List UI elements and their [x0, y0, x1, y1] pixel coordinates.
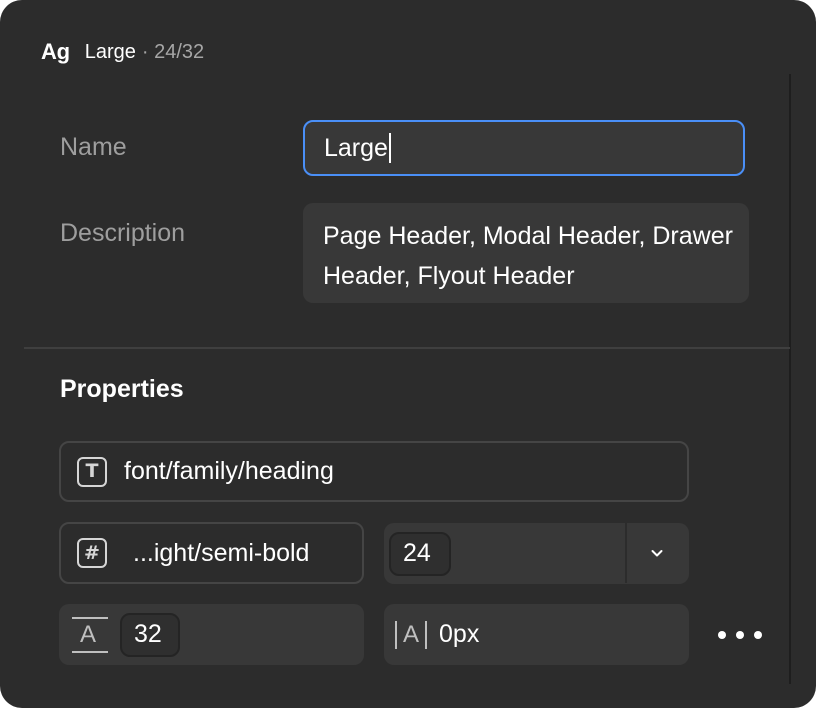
panel-header: Ag Large · 24/32: [41, 36, 204, 68]
name-input-value: Large: [324, 133, 388, 162]
description-label: Description: [60, 219, 186, 247]
text-style-panel: Ag Large · 24/32 Name Large Description …: [0, 0, 816, 708]
font-weight-field[interactable]: # ...ight/semi-bold: [59, 522, 364, 584]
font-size-value[interactable]: 24: [389, 531, 451, 576]
hash-icon: #: [77, 538, 107, 568]
letter-spacing-value: 0px: [439, 620, 480, 648]
scrollbar[interactable]: [789, 74, 791, 684]
text-style-glyph: Ag: [41, 39, 70, 64]
font-size-field[interactable]: 24: [384, 523, 689, 584]
style-size-meta: · 24/32: [141, 40, 205, 63]
font-family-value: font/family/heading: [124, 457, 334, 485]
font-weight-value: ...ight/semi-bold: [133, 538, 310, 567]
properties-title: Properties: [60, 375, 184, 403]
line-height-value[interactable]: 32: [120, 612, 180, 657]
dropdown-separator: [625, 523, 627, 583]
font-family-field[interactable]: T font/family/heading: [59, 441, 689, 502]
letter-spacing-icon: A: [395, 620, 428, 649]
section-divider: [24, 347, 790, 349]
text-T-icon: T: [77, 456, 107, 487]
style-name-title: Large: [84, 40, 136, 63]
name-label: Name: [60, 133, 127, 161]
description-field[interactable]: Page Header, Modal Header, Drawer Header…: [303, 203, 749, 303]
letter-spacing-field[interactable]: A 0px: [384, 604, 689, 665]
name-input[interactable]: Large: [303, 120, 745, 176]
line-height-icon: A: [72, 616, 108, 653]
more-horizontal-icon[interactable]: [718, 622, 762, 648]
text-caret: [388, 133, 391, 163]
chevron-down-icon[interactable]: [649, 545, 665, 561]
line-height-field[interactable]: A 32: [59, 604, 364, 665]
